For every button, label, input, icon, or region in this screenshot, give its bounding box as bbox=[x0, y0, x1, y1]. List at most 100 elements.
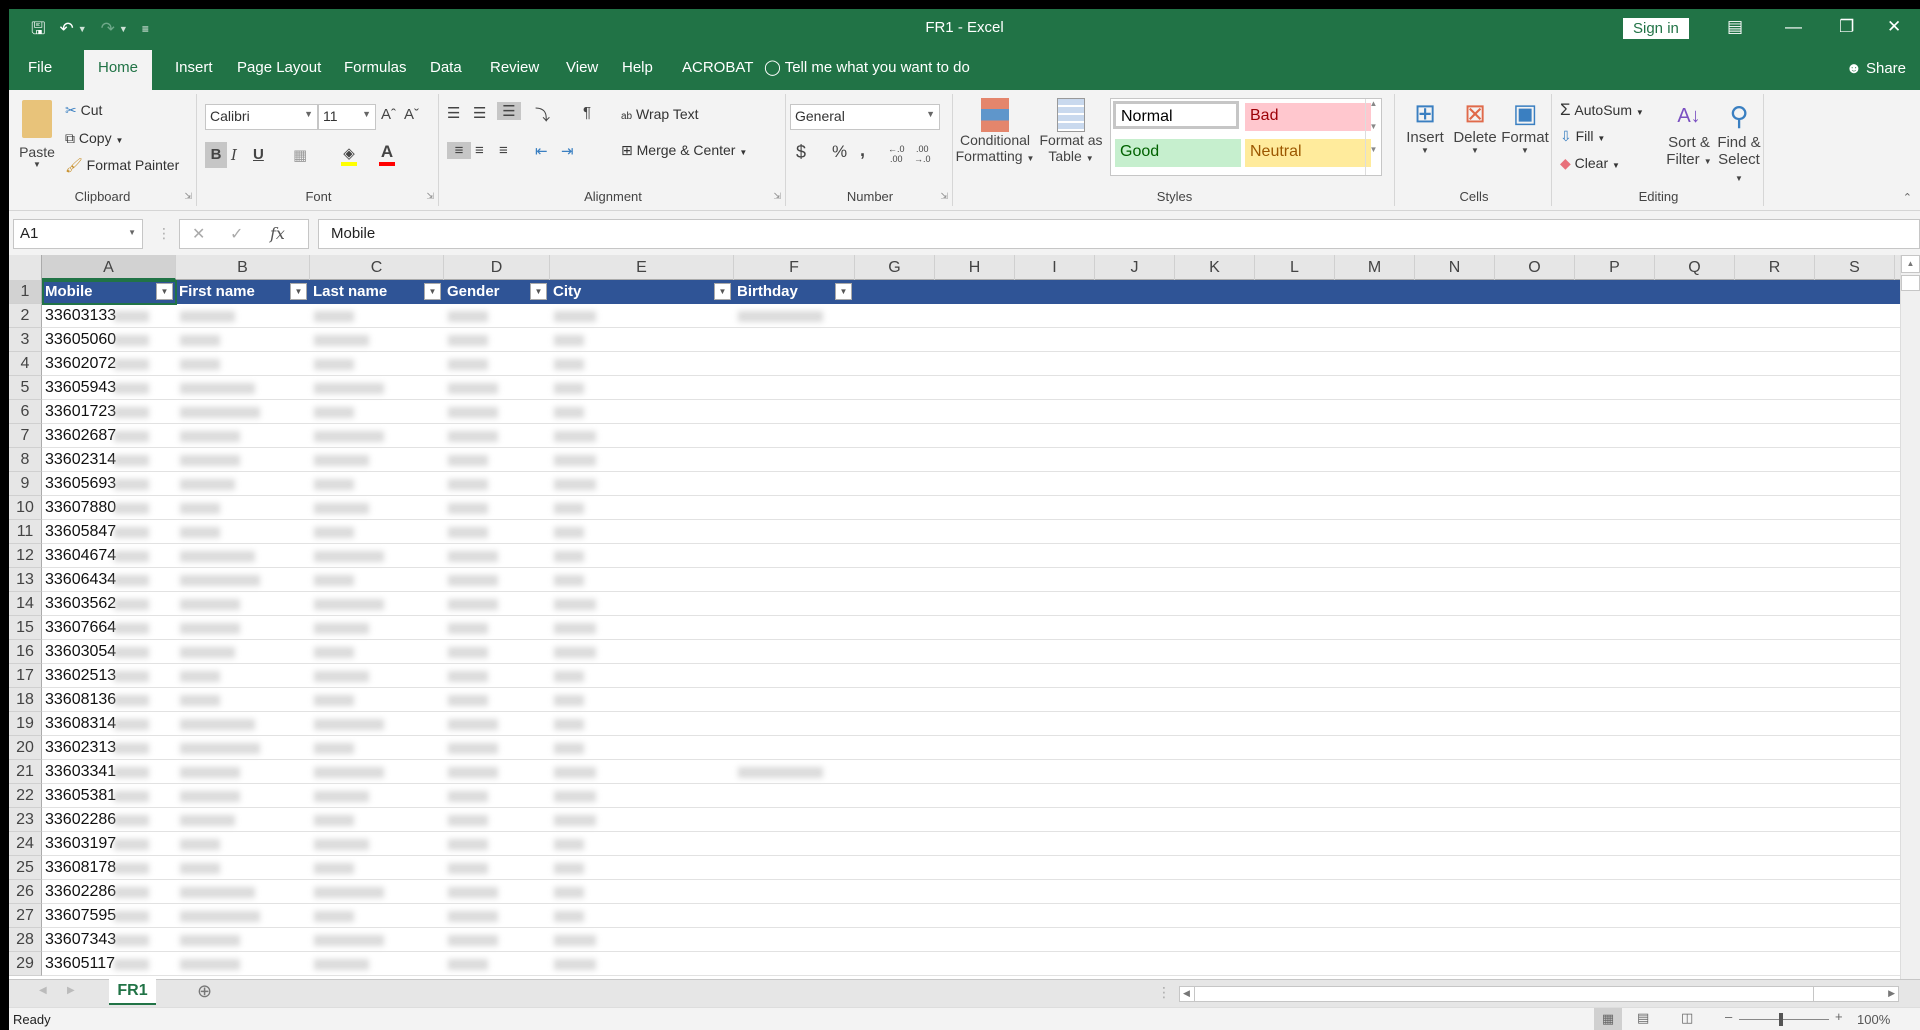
tab-page-layout[interactable]: Page Layout bbox=[225, 50, 333, 90]
tab-help[interactable]: Help bbox=[610, 50, 665, 90]
scroll-up-icon[interactable]: ▲ bbox=[1901, 255, 1920, 273]
zoom-out-icon[interactable]: – bbox=[1725, 1009, 1732, 1024]
style-normal[interactable]: Normal bbox=[1113, 101, 1239, 129]
tab-data[interactable]: Data bbox=[418, 50, 474, 90]
filter-dropdown-icon[interactable]: ▼ bbox=[290, 283, 307, 300]
enter-icon[interactable]: ✓ bbox=[230, 224, 243, 244]
row-header[interactable]: 5 bbox=[9, 376, 42, 400]
gallery-scroll[interactable]: ▲ ▼ ▼ bbox=[1365, 99, 1381, 175]
scroll-left-icon[interactable]: ◀ bbox=[1183, 988, 1190, 999]
redacted-text[interactable] bbox=[180, 863, 220, 874]
scroll-tabs-left-icon[interactable]: ◀ bbox=[39, 985, 47, 996]
tab-formulas[interactable]: Formulas bbox=[332, 50, 419, 90]
redacted-text[interactable] bbox=[314, 911, 354, 922]
mobile-cell[interactable]: 33602513 bbox=[45, 664, 116, 688]
redacted-text[interactable] bbox=[448, 671, 488, 682]
decrease-font-icon[interactable]: Aˇ bbox=[404, 106, 419, 123]
table-header-cell[interactable]: First name ▼ bbox=[176, 280, 310, 304]
page-layout-view-icon[interactable]: ▤ bbox=[1637, 1010, 1649, 1026]
filter-dropdown-icon[interactable]: ▼ bbox=[530, 283, 547, 300]
redacted-text[interactable] bbox=[180, 791, 240, 802]
table-header-cell[interactable]: Last name ▼ bbox=[310, 280, 444, 304]
row-header[interactable]: 6 bbox=[9, 400, 42, 424]
redacted-text[interactable] bbox=[314, 767, 384, 778]
redacted-text[interactable] bbox=[314, 815, 354, 826]
redacted-text[interactable] bbox=[180, 551, 255, 562]
redacted-text[interactable] bbox=[180, 479, 235, 490]
table-header-cell[interactable]: Gender ▼ bbox=[444, 280, 550, 304]
column-header-p[interactable]: P bbox=[1575, 255, 1655, 280]
redacted-text[interactable] bbox=[554, 815, 596, 826]
gallery-down-icon[interactable]: ▼ bbox=[1366, 122, 1381, 131]
row-header[interactable]: 8 bbox=[9, 448, 42, 472]
paste-dropdown-icon[interactable]: ▼ bbox=[17, 160, 57, 169]
row-header[interactable]: 7 bbox=[9, 424, 42, 448]
zoom-level[interactable]: 100% bbox=[1857, 1012, 1890, 1027]
redacted-text[interactable] bbox=[448, 359, 488, 370]
redacted-text[interactable] bbox=[554, 911, 584, 922]
restore-icon[interactable]: ❐ bbox=[1839, 17, 1854, 37]
redacted-text[interactable] bbox=[180, 575, 260, 586]
column-header-q[interactable]: Q bbox=[1655, 255, 1735, 280]
clipboard-launcher-icon[interactable]: ⇲ bbox=[184, 191, 192, 202]
tab-insert[interactable]: Insert bbox=[163, 50, 225, 90]
redacted-text[interactable] bbox=[554, 959, 596, 970]
redacted-text[interactable] bbox=[554, 719, 584, 730]
fill-button[interactable]: ⇩ Fill ▼ bbox=[1560, 128, 1605, 145]
redacted-text[interactable] bbox=[448, 503, 488, 514]
tab-acrobat[interactable]: ACROBAT bbox=[670, 50, 765, 90]
redacted-text[interactable] bbox=[554, 335, 584, 346]
sign-in-button[interactable]: Sign in bbox=[1623, 18, 1689, 39]
chevron-down-icon[interactable]: ▼ bbox=[739, 148, 747, 157]
chevron-down-icon[interactable]: ▼ bbox=[128, 228, 136, 237]
scroll-right-icon[interactable]: ▶ bbox=[1888, 988, 1895, 999]
format-cells-button[interactable]: ▣ Format ▼ bbox=[1501, 98, 1549, 155]
redacted-text[interactable] bbox=[554, 623, 596, 634]
ribbon-display-options-icon[interactable]: ▤ bbox=[1727, 17, 1743, 37]
row-header[interactable]: 29 bbox=[9, 952, 42, 976]
redacted-text[interactable] bbox=[554, 527, 584, 538]
bottom-align-icon[interactable]: ☰ bbox=[497, 102, 521, 120]
redacted-text[interactable] bbox=[314, 839, 369, 850]
row-header[interactable]: 17 bbox=[9, 664, 42, 688]
horizontal-scrollbar[interactable]: ◀ ▶ bbox=[1179, 986, 1899, 1002]
row-header[interactable]: 3 bbox=[9, 328, 42, 352]
tab-home[interactable]: Home bbox=[84, 50, 153, 90]
filter-dropdown-icon[interactable]: ▼ bbox=[714, 283, 731, 300]
redacted-text[interactable] bbox=[180, 599, 240, 610]
column-header-s[interactable]: S bbox=[1815, 255, 1895, 280]
redacted-text[interactable] bbox=[314, 959, 369, 970]
redacted-text[interactable] bbox=[314, 551, 384, 562]
column-header-j[interactable]: J bbox=[1095, 255, 1175, 280]
font-size-select[interactable]: 11 ▼ bbox=[318, 104, 376, 130]
tab-view[interactable]: View bbox=[554, 50, 610, 90]
normal-view-icon[interactable]: ▦ bbox=[1594, 1008, 1622, 1030]
redacted-text[interactable] bbox=[448, 551, 498, 562]
filter-dropdown-icon[interactable]: ▼ bbox=[835, 283, 852, 300]
mobile-cell[interactable]: 33602286 bbox=[45, 880, 116, 904]
redacted-text[interactable] bbox=[314, 455, 369, 466]
redacted-text[interactable] bbox=[448, 647, 488, 658]
redacted-text[interactable] bbox=[448, 695, 488, 706]
row-header[interactable]: 1 bbox=[9, 280, 42, 304]
minimize-icon[interactable]: — bbox=[1785, 17, 1802, 37]
increase-font-icon[interactable]: Aˆ bbox=[381, 106, 396, 123]
number-launcher-icon[interactable]: ⇲ bbox=[940, 191, 948, 202]
redacted-text[interactable] bbox=[448, 455, 488, 466]
mobile-cell[interactable]: 33605693 bbox=[45, 472, 116, 496]
column-header-b[interactable]: B bbox=[176, 255, 310, 280]
page-break-view-icon[interactable]: ◫ bbox=[1681, 1010, 1693, 1026]
redacted-text[interactable] bbox=[180, 407, 260, 418]
redacted-text[interactable] bbox=[180, 911, 260, 922]
redacted-text[interactable] bbox=[448, 959, 488, 970]
row-header[interactable]: 20 bbox=[9, 736, 42, 760]
align-left-icon[interactable]: ≡ bbox=[447, 142, 471, 159]
comma-button[interactable]: , bbox=[860, 140, 865, 161]
redacted-text[interactable] bbox=[180, 335, 220, 346]
redacted-text[interactable] bbox=[314, 503, 369, 514]
worksheet-grid[interactable]: ABCDEFGHIJKLMNOPQRS 1 2 3 4 5 6 7 8 9 10 11 12 13 14 1… bbox=[9, 255, 1900, 979]
redacted-text[interactable] bbox=[314, 575, 354, 586]
redacted-text[interactable] bbox=[554, 839, 584, 850]
redacted-text[interactable] bbox=[180, 671, 220, 682]
redacted-text[interactable] bbox=[448, 887, 498, 898]
